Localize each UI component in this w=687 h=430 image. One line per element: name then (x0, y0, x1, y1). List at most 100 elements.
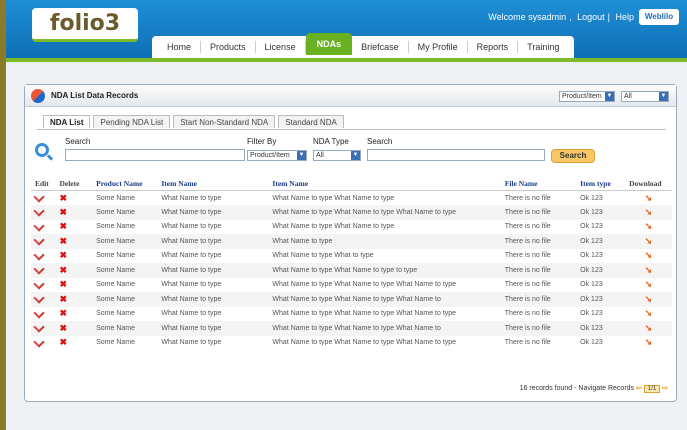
download-icon[interactable]: ➘ (625, 307, 672, 322)
edit-icon[interactable] (31, 263, 56, 278)
download-icon[interactable]: ➘ (625, 249, 672, 264)
table-row: ✖ Some Name What Name to type What Name to … (31, 278, 672, 293)
delete-icon[interactable]: ✖ (55, 191, 92, 206)
nda-table: Edit Delete Product Name Item Name Item … (31, 177, 672, 350)
nav-underline (6, 58, 687, 62)
nav-home[interactable]: Home (158, 41, 202, 53)
edit-icon[interactable] (31, 220, 55, 235)
tab-nda-list[interactable]: NDA List (43, 115, 91, 128)
tab-bar: NDA List Pending NDA List Start Non-Stan… (43, 115, 347, 128)
edit-icon[interactable] (31, 321, 56, 336)
file-name-cell: There is no file (504, 310, 551, 318)
welcome-text: Welcome sysadmin (488, 12, 567, 22)
file-name-cell: There is no file (504, 194, 551, 202)
table-row: ✖ Some Name What Name to type What Name to … (31, 321, 672, 336)
top-type-select[interactable]: All ▼ (621, 91, 669, 102)
chevron-down-icon: ▼ (351, 151, 360, 160)
download-icon[interactable]: ➘ (625, 292, 672, 307)
delete-icon[interactable]: ✖ (55, 307, 92, 322)
help-link[interactable]: Help (615, 12, 634, 22)
edit-icon[interactable] (31, 234, 56, 249)
item-name-2-cell: What Name to type What Name to type What… (272, 281, 457, 289)
nav-briefcase[interactable]: Briefcase (352, 41, 409, 53)
page-indicator[interactable]: 1/1 (643, 385, 661, 393)
item-name-2-cell: What Name to type What Name to type (272, 194, 395, 202)
delete-icon[interactable]: ✖ (55, 220, 92, 235)
delete-icon[interactable]: ✖ (55, 263, 93, 278)
edit-icon[interactable] (31, 292, 56, 307)
product-name-cell: Some Name (92, 292, 158, 307)
item-type-cell: Ok 123 (576, 263, 626, 278)
edit-icon[interactable] (31, 191, 55, 206)
item-type-cell: Ok 123 (580, 194, 603, 202)
edit-icon[interactable] (31, 336, 55, 351)
nav-products[interactable]: Products (201, 41, 256, 53)
top-type-value: All (624, 93, 632, 100)
product-name-cell: Some Name (96, 252, 136, 260)
nda-type-select[interactable]: All ▼ (313, 150, 361, 161)
download-icon[interactable]: ➘ (625, 205, 672, 220)
col-edit: Edit (31, 177, 56, 191)
item-name-cell: What Name to type (157, 205, 269, 220)
search-input[interactable] (65, 149, 245, 161)
item-name-2-cell: What Name to type What Name to type to t… (268, 263, 501, 278)
download-icon[interactable]: ➘ (625, 263, 672, 278)
delete-icon[interactable]: ✖ (55, 249, 92, 264)
item-name-cell: What Name to type (157, 321, 269, 336)
search2-input[interactable] (367, 149, 545, 161)
delete-icon[interactable]: ✖ (55, 336, 92, 351)
nav-license[interactable]: License (256, 41, 306, 53)
delete-icon[interactable]: ✖ (55, 321, 93, 336)
file-name-cell: There is no file (500, 263, 577, 278)
tab-pending-nda-list[interactable]: Pending NDA List (93, 115, 171, 128)
prev-arrow-icon[interactable]: ⇦ (636, 385, 642, 392)
download-icon[interactable]: ➘ (625, 234, 672, 249)
col-delete: Delete (55, 177, 93, 191)
product-name-cell: Some Name (92, 205, 158, 220)
tab-start-non-standard-nda[interactable]: Start Non-Standard NDA (173, 115, 276, 128)
item-name-2-cell: What Name to type What Name to type What… (272, 310, 457, 318)
download-icon[interactable]: ➘ (625, 220, 672, 235)
item-name-cell: What Name to type (161, 281, 222, 289)
table-row: ✖ Some Name What Name to type What Name to … (31, 191, 672, 206)
item-type-cell: Ok 123 (580, 281, 603, 289)
edit-icon[interactable] (31, 249, 55, 264)
nav-ndas[interactable]: NDAs (305, 33, 353, 55)
top-filter-select[interactable]: Product/Item ▼ (559, 91, 615, 102)
delete-icon[interactable]: ✖ (55, 234, 93, 249)
table-header: Edit Delete Product Name Item Name Item … (31, 177, 672, 191)
delete-icon[interactable]: ✖ (55, 205, 93, 220)
tab-standard-nda[interactable]: Standard NDA (278, 115, 344, 128)
file-name-cell: There is no file (500, 205, 577, 220)
item-name-cell: What Name to type (157, 263, 269, 278)
download-icon[interactable]: ➘ (625, 336, 672, 351)
col-file-name: File Name (500, 177, 577, 191)
download-icon[interactable]: ➘ (625, 278, 672, 293)
search-icon (35, 143, 49, 157)
nav-reports[interactable]: Reports (468, 41, 519, 53)
table-row: ✖ Some Name What Name to type What Name to … (31, 292, 672, 307)
pagination: 16 records found - Navigate Records ⇦ 1/… (519, 385, 668, 393)
item-type-cell: Ok 123 (580, 223, 603, 231)
search-button[interactable]: Search (551, 149, 595, 163)
edit-icon[interactable] (31, 205, 56, 220)
item-name-2-cell: What Name to type What Name to type What… (268, 292, 501, 307)
main-nav: Home Products License NDAs Briefcase My … (152, 33, 575, 58)
filter-by-select[interactable]: Product/Item ▼ (247, 150, 307, 161)
download-icon[interactable]: ➘ (625, 321, 672, 336)
item-name-cell: What Name to type (161, 310, 222, 318)
delete-icon[interactable]: ✖ (55, 278, 92, 293)
edit-icon[interactable] (31, 278, 55, 293)
table-row: ✖ Some Name What Name to type What Name to … (31, 263, 672, 278)
next-arrow-icon[interactable]: ⇨ (662, 385, 668, 392)
search-label: Search (65, 137, 91, 146)
delete-icon[interactable]: ✖ (55, 292, 93, 307)
logout-link[interactable]: Logout (577, 12, 605, 22)
edit-icon[interactable] (31, 307, 55, 322)
item-type-cell: Ok 123 (580, 310, 603, 318)
panel-title: NDA List Data Records (51, 91, 139, 100)
records-found: 16 records found (519, 385, 573, 392)
download-icon[interactable]: ➘ (625, 191, 672, 206)
nav-my-profile[interactable]: My Profile (409, 41, 468, 53)
nav-training[interactable]: Training (518, 41, 568, 53)
